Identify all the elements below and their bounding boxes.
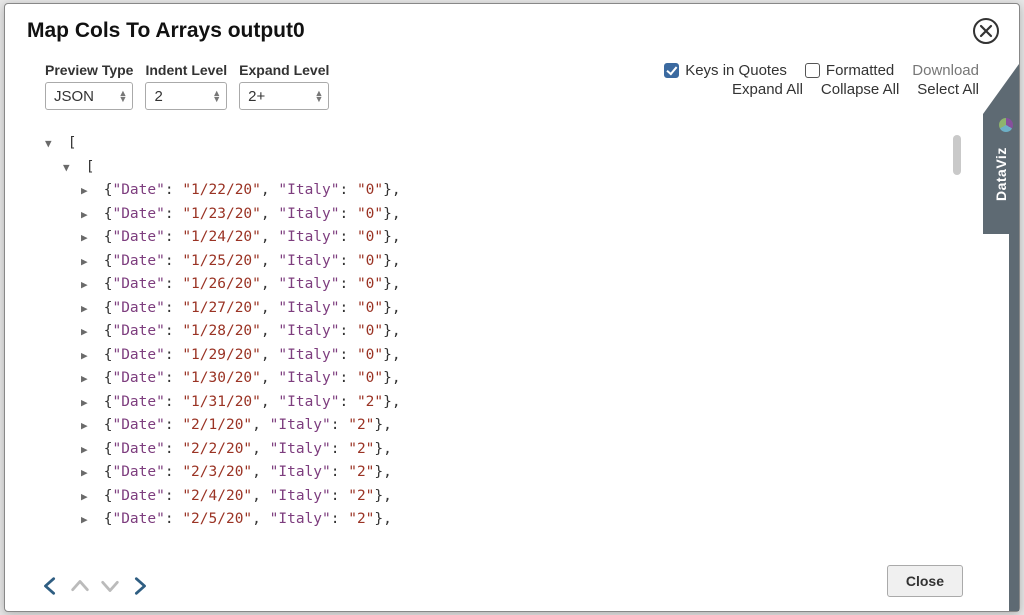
dialog-title: Map Cols To Arrays output0	[27, 19, 305, 43]
formatted-checkbox[interactable]: Formatted	[805, 62, 894, 79]
tree-row: ▶ {"Date": "1/23/20", "Italy": "0"},	[45, 203, 949, 227]
side-strip	[1009, 234, 1019, 611]
tree-row: ▶ {"Date": "1/30/20", "Italy": "0"},	[45, 367, 949, 391]
nav-first-icon[interactable]	[39, 575, 61, 597]
caret-right-icon[interactable]: ▶	[81, 251, 93, 274]
caret-right-icon[interactable]: ▶	[81, 392, 93, 415]
caret-right-icon[interactable]: ▶	[81, 321, 93, 344]
tree-row: ▶ {"Date": "2/2/20", "Italy": "2"},	[45, 438, 949, 462]
collapse-all-link[interactable]: Collapse All	[821, 81, 899, 98]
close-button[interactable]: Close	[887, 565, 963, 597]
tree-row: ▶ {"Date": "1/24/20", "Italy": "0"},	[45, 226, 949, 250]
toolbar: Preview Type JSON ▲▼ Indent Level 2 ▲▼ E…	[5, 44, 1019, 116]
caret-right-icon[interactable]: ▶	[81, 204, 93, 227]
preview-type-select[interactable]: JSON ▲▼	[45, 82, 133, 110]
select-arrows-icon: ▲▼	[119, 90, 128, 102]
nav-last-icon[interactable]	[129, 575, 151, 597]
checkbox-checked-icon	[664, 63, 679, 78]
expand-all-link[interactable]: Expand All	[732, 81, 803, 98]
tree-row: ▶ {"Date": "1/26/20", "Italy": "0"},	[45, 273, 949, 297]
select-all-link[interactable]: Select All	[917, 81, 979, 98]
caret-down-icon[interactable]: ▼	[63, 157, 75, 180]
nav-up-icon[interactable]	[69, 575, 91, 597]
tree-row: ▶ {"Date": "1/25/20", "Italy": "0"},	[45, 250, 949, 274]
indent-level-label: Indent Level	[145, 62, 227, 78]
close-icon[interactable]	[973, 18, 999, 44]
expand-level-label: Expand Level	[239, 62, 329, 78]
caret-right-icon[interactable]: ▶	[81, 486, 93, 509]
tree-row: ▶ {"Date": "1/27/20", "Italy": "0"},	[45, 297, 949, 321]
caret-right-icon[interactable]: ▶	[81, 345, 93, 368]
caret-right-icon[interactable]: ▶	[81, 298, 93, 321]
caret-right-icon[interactable]: ▶	[81, 462, 93, 485]
tree-row: ▶ {"Date": "2/4/20", "Italy": "2"},	[45, 485, 949, 509]
caret-right-icon[interactable]: ▶	[81, 180, 93, 203]
tree-row: ▶ {"Date": "1/29/20", "Italy": "0"},	[45, 344, 949, 368]
dataviz-logo-icon	[997, 116, 1015, 134]
tree-row: ▶ {"Date": "1/22/20", "Italy": "0"},	[45, 179, 949, 203]
tree-row: ▶ {"Date": "2/5/20", "Italy": "2"},	[45, 508, 949, 532]
indent-level-select[interactable]: 2 ▲▼	[145, 82, 227, 110]
caret-right-icon[interactable]: ▶	[81, 274, 93, 297]
expand-level-select[interactable]: 2+ ▲▼	[239, 82, 329, 110]
scrollbar-thumb[interactable]	[953, 135, 961, 175]
caret-right-icon[interactable]: ▶	[81, 509, 93, 532]
tree-row: ▶ {"Date": "1/28/20", "Italy": "0"},	[45, 320, 949, 344]
nav-down-icon[interactable]	[99, 575, 121, 597]
select-arrows-icon: ▲▼	[212, 90, 221, 102]
nav-bar	[39, 575, 151, 597]
preview-type-label: Preview Type	[45, 62, 133, 78]
checkbox-icon	[805, 63, 820, 78]
dialog: Map Cols To Arrays output0 Preview Type …	[4, 3, 1020, 612]
tree-line: ▼ [	[45, 132, 949, 156]
caret-right-icon[interactable]: ▶	[81, 368, 93, 391]
tree-row: ▶ {"Date": "2/1/20", "Italy": "2"},	[45, 414, 949, 438]
json-tree[interactable]: ▼ [▼ [▶ {"Date": "1/22/20", "Italy": "0"…	[45, 132, 949, 547]
tree-row: ▶ {"Date": "2/3/20", "Italy": "2"},	[45, 461, 949, 485]
download-link[interactable]: Download	[912, 62, 979, 79]
caret-right-icon[interactable]: ▶	[81, 415, 93, 438]
select-arrows-icon: ▲▼	[314, 90, 323, 102]
caret-right-icon[interactable]: ▶	[81, 439, 93, 462]
caret-down-icon[interactable]: ▼	[45, 133, 57, 156]
scrollbar[interactable]	[951, 132, 963, 547]
caret-right-icon[interactable]: ▶	[81, 227, 93, 250]
tree-line: ▼ [	[45, 156, 949, 180]
keys-in-quotes-checkbox[interactable]: Keys in Quotes	[664, 62, 787, 79]
tree-row: ▶ {"Date": "1/31/20", "Italy": "2"},	[45, 391, 949, 415]
